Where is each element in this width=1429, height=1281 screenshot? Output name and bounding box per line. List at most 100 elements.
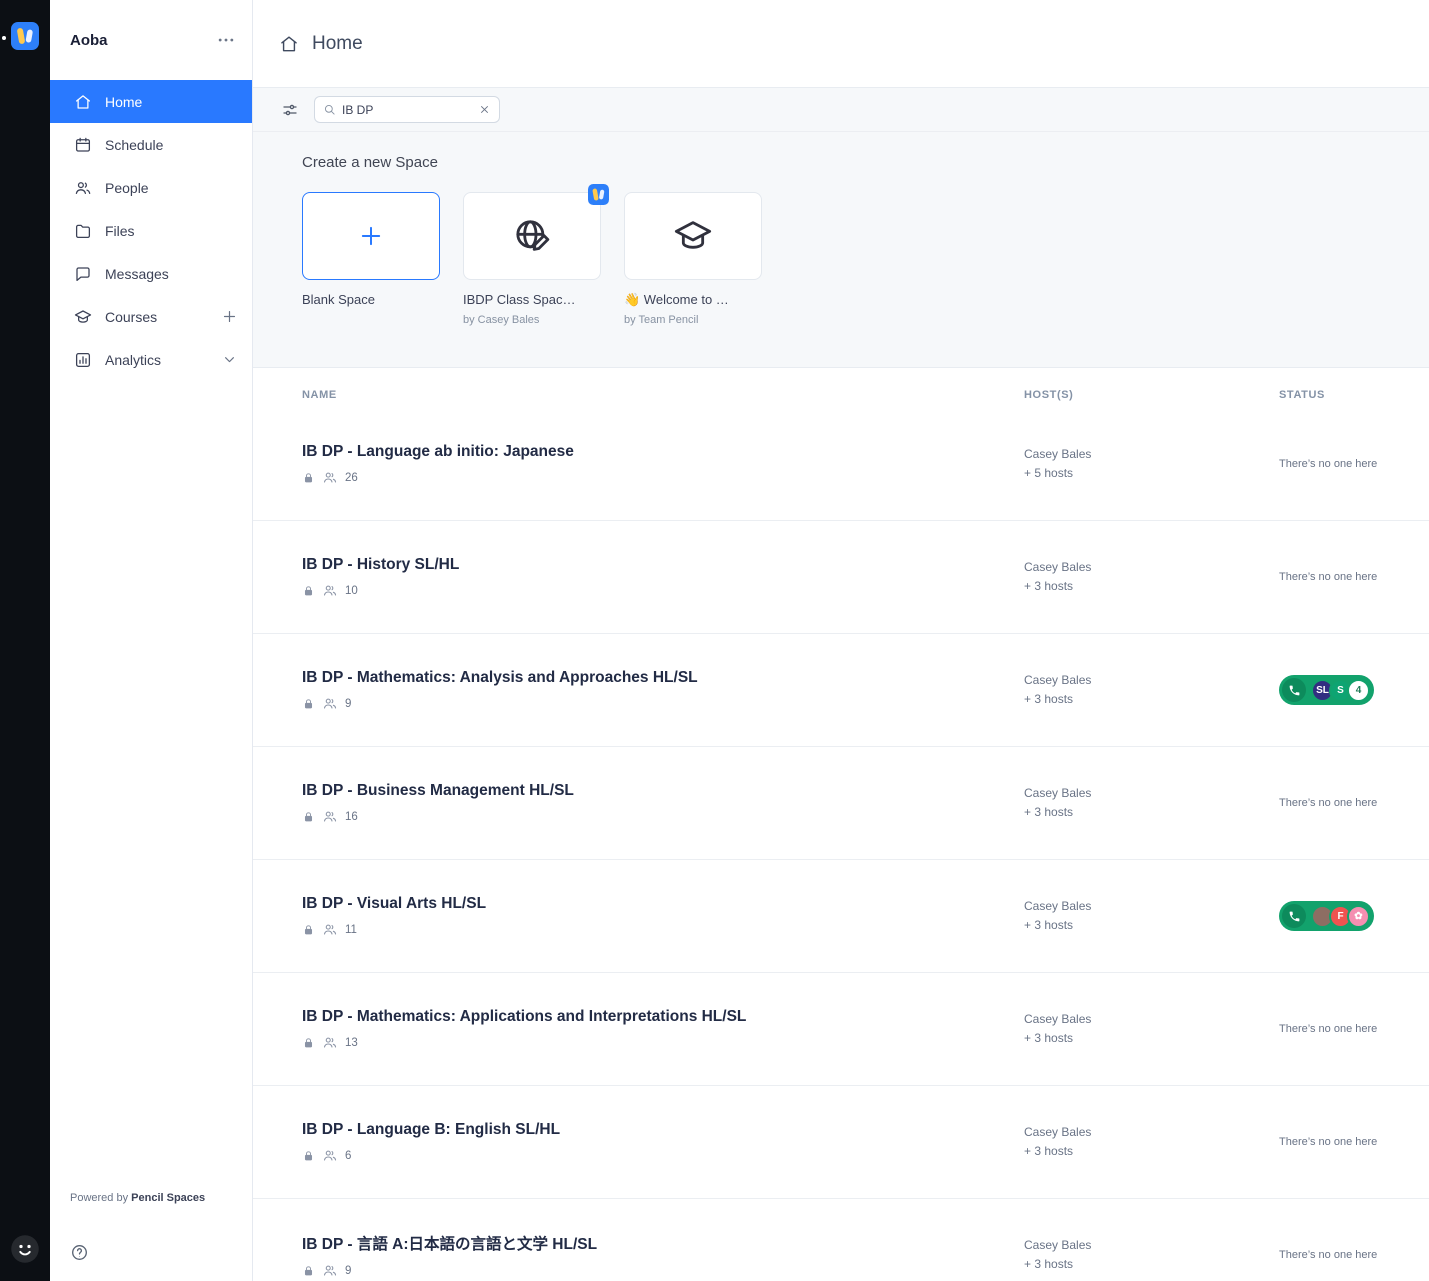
status-cell: There’s no one here: [1279, 571, 1429, 583]
status-cell: There’s no one here: [1279, 1249, 1429, 1261]
powered-by: Powered by Pencil Spaces: [70, 1192, 205, 1204]
sidebar-item-messages[interactable]: Messages: [50, 252, 252, 295]
status-text: There’s no one here: [1279, 1249, 1377, 1261]
search-input[interactable]: [342, 103, 472, 117]
host-extra: + 3 hosts: [1024, 803, 1279, 822]
host-name: Casey Bales: [1024, 558, 1279, 577]
search-box[interactable]: [314, 96, 500, 123]
status-cell: There’s no one here: [1279, 1023, 1429, 1035]
sidebar-item-schedule[interactable]: Schedule: [50, 123, 252, 166]
space-meta: 6: [302, 1148, 1024, 1163]
status-cell: SLS4: [1279, 675, 1429, 705]
user-avatar[interactable]: [10, 1234, 40, 1264]
space-name-cell: IB DP - Visual Arts HL/SL 11: [302, 895, 1024, 937]
plus-icon[interactable]: [221, 308, 238, 325]
space-name-cell: IB DP - History SL/HL 10: [302, 556, 1024, 598]
host-cell: Casey Bales + 3 hosts: [1024, 784, 1279, 822]
space-meta: 9: [302, 1263, 1024, 1278]
sidebar-item-label: Schedule: [105, 137, 238, 153]
help-icon[interactable]: [70, 1243, 89, 1262]
pencil-spaces-logo[interactable]: [11, 22, 39, 50]
status-text: There’s no one here: [1279, 1136, 1377, 1148]
sidebar-item-home[interactable]: Home: [50, 80, 252, 123]
create-space-card-wrap: 👋 Welcome to … by Team Pencil: [624, 192, 762, 327]
status-cell: F✿: [1279, 901, 1429, 931]
space-name: IB DP - 言語 A:日本語の言語と文学 HL/SL: [302, 1232, 1024, 1254]
pencil-logo-badge: [588, 184, 609, 205]
space-row[interactable]: IB DP - Language B: English SL/HL 6: [253, 1086, 1429, 1199]
notification-dot: [2, 36, 6, 40]
home-icon: [279, 34, 299, 54]
spaces-table: NAME HOST(S) STATUS IB DP - Language ab …: [253, 368, 1429, 1281]
active-call-pill[interactable]: F✿: [1279, 901, 1374, 931]
lock-icon: [302, 697, 315, 711]
chevron-down-icon[interactable]: [221, 351, 238, 368]
member-count: 10: [345, 585, 358, 597]
space-row[interactable]: IB DP - History SL/HL 10: [253, 521, 1429, 634]
host-extra: + 3 hosts: [1024, 577, 1279, 596]
create-space-card[interactable]: [302, 192, 440, 280]
workspace-name: Aoba: [70, 32, 108, 49]
space-meta: 13: [302, 1035, 1024, 1050]
sidebar: Aoba Home Schedule People Files Messages…: [50, 0, 253, 1281]
host-extra: + 3 hosts: [1024, 1255, 1279, 1274]
space-row[interactable]: IB DP - Language ab initio: Japanese 26: [253, 408, 1429, 521]
create-space-card[interactable]: [624, 192, 762, 280]
create-space-title: Create a new Space: [302, 154, 1429, 172]
card-byline: by Casey Bales: [463, 314, 601, 327]
sidebar-item-analytics[interactable]: Analytics: [50, 338, 252, 381]
phone-icon: [1282, 678, 1306, 702]
page-header: Home: [253, 0, 1429, 88]
create-space-card[interactable]: [463, 192, 601, 280]
phone-icon: [1282, 904, 1306, 928]
host-cell: Casey Bales + 3 hosts: [1024, 1010, 1279, 1048]
sidebar-item-courses[interactable]: Courses: [50, 295, 252, 338]
sidebar-item-label: Files: [105, 223, 238, 239]
members-icon: [322, 583, 338, 598]
clear-search-icon[interactable]: [478, 103, 491, 116]
space-name: IB DP - Mathematics: Applications and In…: [302, 1008, 1024, 1026]
host-extra: + 3 hosts: [1024, 916, 1279, 935]
space-row[interactable]: IB DP - 言語 A:日本語の言語と文学 HL/SL 9: [253, 1199, 1429, 1281]
filter-icon[interactable]: [281, 101, 299, 119]
sidebar-nav: Home Schedule People Files Messages Cour…: [50, 80, 252, 381]
host-cell: Casey Bales + 3 hosts: [1024, 558, 1279, 596]
space-name-cell: IB DP - Mathematics: Applications and In…: [302, 1008, 1024, 1050]
active-call-pill[interactable]: SLS4: [1279, 675, 1374, 705]
member-count: 9: [345, 1265, 351, 1277]
sidebar-item-label: Analytics: [105, 352, 208, 368]
space-name: IB DP - Language B: English SL/HL: [302, 1121, 1024, 1139]
host-cell: Casey Bales + 3 hosts: [1024, 1236, 1279, 1274]
graduation-cap-icon: [673, 216, 713, 256]
space-row[interactable]: IB DP - Mathematics: Applications and In…: [253, 973, 1429, 1086]
status-cell: There’s no one here: [1279, 1136, 1429, 1148]
card-label: Blank Space: [302, 292, 440, 307]
chat-icon: [74, 265, 92, 283]
participant-count: 4: [1347, 679, 1370, 702]
sidebar-item-files[interactable]: Files: [50, 209, 252, 252]
space-row[interactable]: IB DP - Mathematics: Analysis and Approa…: [253, 634, 1429, 747]
create-space-card-wrap: IBDP Class Spac… by Casey Bales: [463, 192, 601, 327]
analytics-icon: [74, 351, 92, 369]
lock-icon: [302, 1264, 315, 1278]
member-count: 6: [345, 1150, 351, 1162]
lock-icon: [302, 810, 315, 824]
page-title: Home: [312, 33, 363, 55]
sidebar-item-people[interactable]: People: [50, 166, 252, 209]
host-cell: Casey Bales + 3 hosts: [1024, 671, 1279, 709]
members-icon: [322, 696, 338, 711]
space-row[interactable]: IB DP - Visual Arts HL/SL 11: [253, 860, 1429, 973]
create-space-cards: Blank Space IBDP Class Spac… by Casey Ba…: [302, 192, 1429, 327]
powered-by-text: Powered by: [70, 1192, 131, 1204]
member-count: 13: [345, 1037, 358, 1049]
space-row[interactable]: IB DP - Business Management HL/SL 16: [253, 747, 1429, 860]
host-cell: Casey Bales + 3 hosts: [1024, 897, 1279, 935]
sidebar-item-label: Messages: [105, 266, 238, 282]
host-extra: + 3 hosts: [1024, 1142, 1279, 1161]
members-icon: [322, 470, 338, 485]
sidebar-item-label: Home: [105, 94, 238, 110]
card-label: 👋 Welcome to …: [624, 292, 762, 307]
ellipsis-menu-icon[interactable]: [216, 30, 236, 50]
folder-icon: [74, 222, 92, 240]
create-space-section: Create a new Space Blank Space IBDP Clas…: [253, 132, 1429, 367]
